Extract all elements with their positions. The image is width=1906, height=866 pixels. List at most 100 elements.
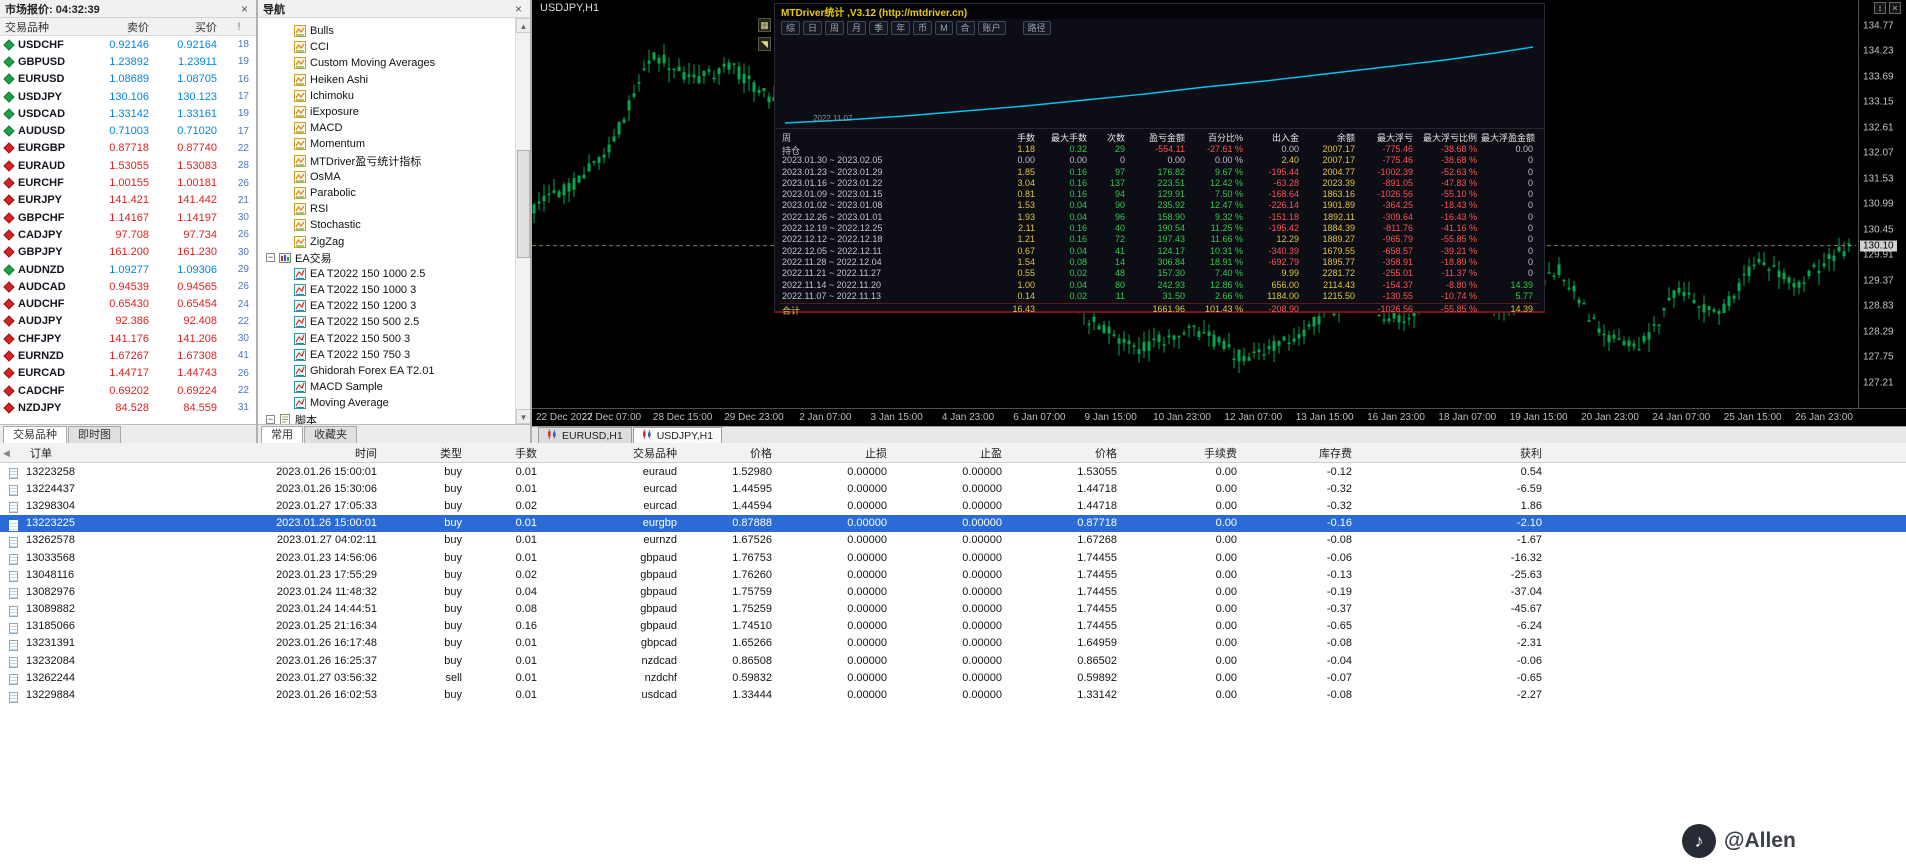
- collapse-corner-icon[interactable]: ◥: [758, 37, 771, 51]
- order-row-13224437[interactable]: 132244372023.01.26 15:30:06buy0.01eurcad…: [0, 480, 1906, 497]
- orders-col-3[interactable]: 手数: [470, 445, 545, 461]
- orders-col-7[interactable]: 止盈: [895, 445, 1010, 461]
- tree-item-indicator[interactable]: OsMA: [258, 169, 530, 185]
- order-row-13223258[interactable]: 132232582023.01.26 15:00:01buy0.01euraud…: [0, 463, 1906, 480]
- tab-常用[interactable]: 常用: [261, 426, 303, 443]
- tree-group-scripts[interactable]: −脚本: [258, 412, 530, 425]
- mtdriver-button-M[interactable]: M: [935, 21, 953, 35]
- navigator-scrollbar[interactable]: ▲ ▼: [515, 18, 530, 424]
- close-icon[interactable]: ×: [512, 3, 525, 15]
- scroll-thumb[interactable]: [517, 150, 530, 258]
- tree-item-indicator[interactable]: Heiken Ashi: [258, 72, 530, 88]
- orders-col-5[interactable]: 价格: [685, 445, 780, 461]
- scroll-down-icon[interactable]: ▼: [516, 409, 530, 424]
- market-watch-row[interactable]: EURCHF1.001551.0018126: [0, 174, 256, 191]
- orders-col-11[interactable]: 获利: [1360, 445, 1550, 461]
- tree-item-indicator[interactable]: Parabolic: [258, 185, 530, 201]
- market-watch-row[interactable]: EURJPY141.421141.44221: [0, 192, 256, 209]
- market-watch-row[interactable]: EURNZD1.672671.6730841: [0, 347, 256, 364]
- tree-item-indicator[interactable]: MTDriver盈亏统计指标: [258, 153, 530, 169]
- tree-item-indicator[interactable]: CCI: [258, 39, 530, 55]
- tab-即时图[interactable]: 即时图: [68, 426, 121, 443]
- tree-item-ea[interactable]: MACD Sample: [258, 379, 530, 395]
- orders-col-1[interactable]: 时间: [150, 445, 385, 461]
- order-row-13298304[interactable]: 132983042023.01.27 17:05:33buy0.02eurcad…: [0, 497, 1906, 514]
- order-row-13089882[interactable]: 130898822023.01.24 14:44:51buy0.08gbpaud…: [0, 601, 1906, 618]
- mtdriver-button-币[interactable]: 币: [913, 21, 932, 35]
- tree-item-ea[interactable]: EA T2022 150 1200 3: [258, 298, 530, 314]
- market-watch-row[interactable]: EURGBP0.877180.8774022: [0, 140, 256, 157]
- orders-col-2[interactable]: 类型: [385, 445, 470, 461]
- mtdriver-button-账户[interactable]: 账户: [978, 21, 1006, 35]
- orders-col-10[interactable]: 库存费: [1245, 445, 1360, 461]
- market-watch-row[interactable]: EURUSD1.086891.0870516: [0, 71, 256, 88]
- mtdriver-button-path[interactable]: 路径: [1023, 21, 1051, 35]
- tree-item-ea[interactable]: EA T2022 150 500 3: [258, 331, 530, 347]
- tree-item-indicator[interactable]: Momentum: [258, 136, 530, 152]
- orders-col-4[interactable]: 交易品种: [545, 445, 685, 461]
- price-axis[interactable]: 134.77134.23133.69133.15132.61132.07131.…: [1858, 0, 1906, 408]
- tree-item-indicator[interactable]: Ichimoku: [258, 88, 530, 104]
- time-axis[interactable]: 22 Dec 202227 Dec 07:0028 Dec 15:0029 De…: [532, 408, 1906, 426]
- tab-收藏夹[interactable]: 收藏夹: [304, 426, 357, 443]
- order-row-13223225[interactable]: 132232252023.01.26 15:00:01buy0.01eurgbp…: [0, 515, 1906, 532]
- market-watch-row[interactable]: EURCAD1.447171.4474326: [0, 365, 256, 382]
- mtdriver-button-月[interactable]: 月: [847, 21, 866, 35]
- market-watch-row[interactable]: USDCHF0.921460.9216418: [0, 36, 256, 53]
- market-watch-row[interactable]: AUDCHF0.654300.6545424: [0, 295, 256, 312]
- market-watch-row[interactable]: AUDCAD0.945390.9456526: [0, 278, 256, 295]
- orders-col-8[interactable]: 价格: [1010, 445, 1125, 461]
- tree-item-ea[interactable]: EA T2022 150 1000 2.5: [258, 266, 530, 282]
- mtdriver-button-综[interactable]: 综: [781, 21, 800, 35]
- market-watch-row[interactable]: USDJPY130.106130.12317: [0, 88, 256, 105]
- market-watch-row[interactable]: CADCHF0.692020.6922422: [0, 382, 256, 399]
- orders-col-9[interactable]: 手续费: [1125, 445, 1245, 461]
- order-row-13229884[interactable]: 132298842023.01.26 16:02:53buy0.01usdcad…: [0, 686, 1906, 703]
- market-watch-row[interactable]: CADJPY97.70897.73426: [0, 226, 256, 243]
- market-watch-row[interactable]: NZDJPY84.52884.55931: [0, 399, 256, 416]
- mtdriver-button-合[interactable]: 合: [956, 21, 975, 35]
- tree-item-indicator[interactable]: Bulls: [258, 23, 530, 39]
- tree-item-indicator[interactable]: RSI: [258, 201, 530, 217]
- tree-collapse-icon[interactable]: −: [266, 415, 275, 424]
- order-row-13262578[interactable]: 132625782023.01.27 04:02:11buy0.01eurnzd…: [0, 532, 1906, 549]
- orders-col-6[interactable]: 止损: [780, 445, 895, 461]
- orders-col-0[interactable]: 订单: [0, 445, 150, 461]
- tree-item-ea[interactable]: Ghidorah Forex EA T2.01: [258, 363, 530, 379]
- tree-group-ea[interactable]: −EA交易: [258, 250, 530, 266]
- tree-item-indicator[interactable]: Stochastic: [258, 217, 530, 233]
- market-watch-row[interactable]: GBPJPY161.200161.23030: [0, 244, 256, 261]
- market-watch-row[interactable]: USDCAD1.331421.3316119: [0, 105, 256, 122]
- tree-item-ea[interactable]: EA T2022 150 750 3: [258, 347, 530, 363]
- tree-item-ea[interactable]: Moving Average: [258, 395, 530, 411]
- scroll-toggle-icon[interactable]: ↕: [1874, 2, 1886, 14]
- chart-close-icon[interactable]: ×: [1889, 2, 1901, 14]
- market-watch-row[interactable]: AUDJPY92.38692.40822: [0, 313, 256, 330]
- tab-USDJPY,H1[interactable]: USDJPY,H1: [633, 427, 722, 443]
- market-watch-row[interactable]: GBPCHF1.141671.1419730: [0, 209, 256, 226]
- tree-item-indicator[interactable]: Custom Moving Averages: [258, 55, 530, 71]
- grid-icon[interactable]: ▦: [758, 18, 771, 32]
- tree-item-ea[interactable]: EA T2022 150 500 2.5: [258, 314, 530, 330]
- order-row-13231391[interactable]: 132313912023.01.26 16:17:48buy0.01gbpcad…: [0, 635, 1906, 652]
- close-icon[interactable]: ×: [238, 3, 251, 15]
- mtdriver-button-季[interactable]: 季: [869, 21, 888, 35]
- tab-交易品种[interactable]: 交易品种: [3, 426, 67, 443]
- tree-item-indicator[interactable]: ZigZag: [258, 233, 530, 249]
- market-watch-row[interactable]: GBPUSD1.238921.2391119: [0, 53, 256, 70]
- order-row-13185066[interactable]: 131850662023.01.25 21:16:34buy0.16gbpaud…: [0, 618, 1906, 635]
- tree-collapse-icon[interactable]: −: [266, 253, 275, 262]
- market-watch-row[interactable]: CHFJPY141.176141.20630: [0, 330, 256, 347]
- order-row-13262244[interactable]: 132622442023.01.27 03:56:32sell0.01nzdch…: [0, 669, 1906, 686]
- collapse-panel-icon[interactable]: ◀: [3, 448, 10, 459]
- col-ask[interactable]: 买价: [154, 19, 222, 35]
- market-watch-row[interactable]: AUDUSD0.710030.7102017: [0, 122, 256, 139]
- tab-EURUSD,H1[interactable]: EURUSD,H1: [538, 427, 632, 443]
- tree-item-indicator[interactable]: MACD: [258, 120, 530, 136]
- mtdriver-button-年[interactable]: 年: [891, 21, 910, 35]
- order-row-13033568[interactable]: 130335682023.01.23 14:56:06buy0.01gbpaud…: [0, 549, 1906, 566]
- market-watch-row[interactable]: AUDNZD1.092771.0930629: [0, 261, 256, 278]
- col-symbol[interactable]: 交易品种: [0, 19, 78, 35]
- col-spread[interactable]: !: [222, 21, 256, 33]
- order-row-13232084[interactable]: 132320842023.01.26 16:25:37buy0.01nzdcad…: [0, 652, 1906, 669]
